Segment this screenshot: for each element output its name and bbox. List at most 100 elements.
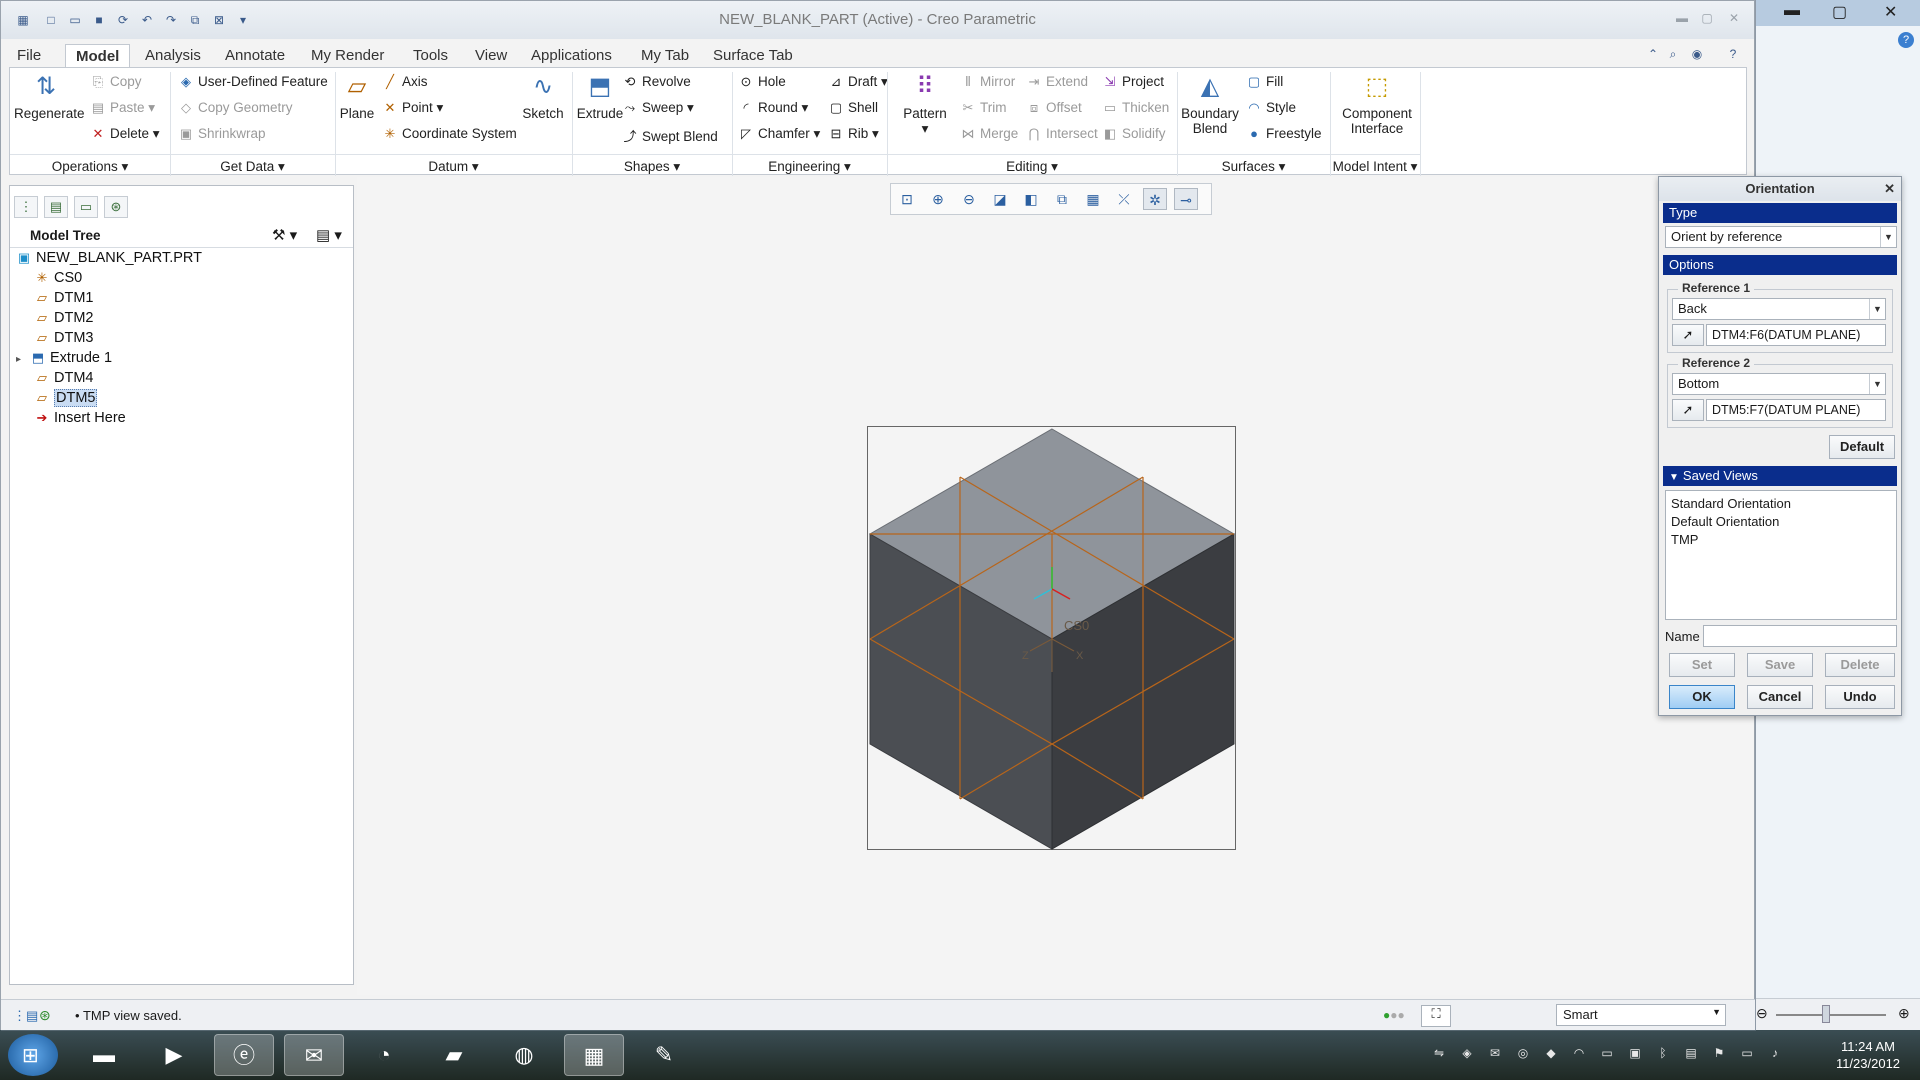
tab-my-tab[interactable]: My Tab [631,44,699,67]
select-reference-1-button[interactable]: ➚ [1672,324,1704,346]
media-player-taskbar-icon[interactable]: ▶ [144,1034,204,1076]
style-button[interactable]: ◠ Style [1246,100,1296,116]
find-icon[interactable]: ⛶ [1421,1005,1451,1027]
sweep-button[interactable]: ⤳ Sweep ▾ [622,100,694,116]
draft-button[interactable]: ⊿ Draft ▾ [828,74,888,90]
trim-button[interactable]: ✂ Trim [960,100,1007,116]
reference-1-field[interactable]: DTM4:F6(DATUM PLANE) [1706,324,1886,346]
community-icon[interactable]: ◉ [1689,46,1705,62]
type-select[interactable]: Orient by reference ▼ [1665,226,1897,248]
zoom-in-icon[interactable]: ⊕ [926,188,950,210]
group-operations[interactable]: Operations ▾ [10,154,170,176]
set-button[interactable]: Set [1669,653,1735,677]
group-model-intent[interactable]: Model Intent ▾ [1330,154,1420,176]
show-options-icon[interactable]: ▤ ▾ [316,226,342,244]
browser-toggle-icon[interactable]: ⊛ [39,1007,51,1024]
tree-item-dtm3[interactable]: ▱ DTM3 [34,330,93,348]
flag-tray-icon[interactable]: ⚑ [1710,1046,1728,1064]
save-button[interactable]: Save [1747,653,1813,677]
hole-button[interactable]: ⊙ Hole [738,74,786,90]
device-tray-icon[interactable]: ▤ [1682,1046,1700,1064]
collapse-ribbon-icon[interactable]: ⌃ [1645,46,1661,62]
minimize-button[interactable]: ▬ [1784,2,1800,20]
datum-display-icon[interactable]: ⤫ [1112,188,1136,210]
tab-applications[interactable]: Applications [521,44,622,67]
thicken-button[interactable]: ▭ Thicken [1102,100,1169,116]
group-surfaces[interactable]: Surfaces ▾ [1177,154,1330,176]
maximize-button[interactable]: ▢ [1696,11,1718,27]
app-tray-icon[interactable]: ◈ [1458,1046,1476,1064]
start-button[interactable]: ⊞ [8,1034,58,1076]
outlook-tray-icon[interactable]: ◎ [1514,1046,1532,1064]
shrinkwrap-button[interactable]: ▣ Shrinkwrap [178,126,266,142]
display-style-icon[interactable]: ◧ [1019,188,1043,210]
select-reference-2-button[interactable]: ➚ [1672,399,1704,421]
tab-file[interactable]: File [7,44,51,67]
mail-tray-icon[interactable]: ✉ [1486,1046,1504,1064]
regenerate-button[interactable]: ⇅ Regenerate [14,72,85,121]
wifi-tray-icon[interactable]: ◠ [1570,1046,1588,1064]
reference-1-direction-select[interactable]: Back ▼ [1672,298,1886,320]
fill-button[interactable]: ▢ Fill [1246,74,1283,90]
group-datum[interactable]: Datum ▾ [335,154,572,176]
model-tree-tab-icon[interactable]: ⋮ [14,196,38,218]
tree-item-dtm5[interactable]: ▱ DTM5 [34,389,98,408]
tree-settings-icon[interactable]: ⚒ ▾ [272,226,297,244]
extrude-button[interactable]: ⬒ Extrude [574,72,626,121]
folder-browser-icon[interactable]: ▭ [74,196,98,218]
axis-button[interactable]: ╱ Axis [382,74,427,90]
help-icon[interactable]: ? [1898,32,1914,48]
tab-tools[interactable]: Tools [403,44,458,67]
reference-2-direction-select[interactable]: Bottom ▼ [1672,373,1886,395]
cube-model[interactable]: CS0 Z X [868,427,1237,851]
zoom-out-icon[interactable]: ⊖ [957,188,981,210]
search-icon[interactable]: ⌕ [1665,46,1681,62]
creo-taskbar-icon[interactable]: ▦ [564,1034,624,1076]
tree-item-dtm4[interactable]: ▱ DTM4 [34,370,93,388]
revolve-button[interactable]: ⟲ Revolve [622,74,691,90]
network-tray-icon[interactable]: ⇋ [1430,1046,1448,1064]
refit-icon[interactable]: ⊡ [895,188,919,210]
delete-view-button[interactable]: Delete [1825,653,1895,677]
group-get-data[interactable]: Get Data ▾ [170,154,335,176]
plane-button[interactable]: ▱ Plane [332,72,382,121]
layers-tab-icon[interactable]: ▤ [44,196,68,218]
mirror-button[interactable]: ⫴ Mirror [960,74,1015,90]
tree-item-dtm2[interactable]: ▱ DTM2 [34,310,93,328]
merge-button[interactable]: ⋈ Merge [960,126,1019,142]
group-shapes[interactable]: Shapes ▾ [572,154,732,176]
name-input[interactable] [1703,625,1897,647]
project-button[interactable]: ⇲ Project [1102,74,1164,90]
group-editing[interactable]: Editing ▾ [887,154,1177,176]
tree-item-cs0[interactable]: ✳ CS0 [34,270,83,288]
tree-item-dtm1[interactable]: ▱ DTM1 [34,290,93,308]
spin-center-icon[interactable]: ✲ [1143,188,1167,210]
google-earth-taskbar-icon[interactable]: ◍ [494,1034,554,1076]
copy-button[interactable]: ⎘ Copy [90,74,142,90]
freestyle-button[interactable]: ● Freestyle [1246,126,1321,141]
offset-button[interactable]: ⧈ Offset [1026,100,1082,116]
saved-orientations-icon[interactable]: ⧉ [1050,188,1074,210]
close-icon[interactable]: ✕ [1884,177,1895,201]
bluetooth-tray-icon[interactable]: ᛒ [1654,1046,1672,1064]
tab-model[interactable]: Model [65,44,131,67]
saved-views-section-header[interactable]: ▼ Saved Views [1663,466,1897,486]
display-tray-icon[interactable]: ▣ [1626,1046,1644,1064]
minimize-button[interactable]: ▬ [1671,11,1693,27]
user-defined-feature-button[interactable]: ◈ User-Defined Feature [178,74,328,90]
battery-tray-icon[interactable]: ▭ [1598,1046,1616,1064]
zoom-in-icon[interactable]: ⊕ [1898,1005,1910,1022]
close-button[interactable]: ✕ [1884,2,1897,22]
point-button[interactable]: ✕ Point ▾ [382,100,444,116]
saved-view-item[interactable]: Default Orientation [1671,513,1891,531]
zoom-slider-thumb[interactable] [1822,1005,1830,1023]
tree-item-insert-here[interactable]: ➔ Insert Here [34,410,126,428]
coordinate-system-button[interactable]: ✳ Coordinate System [382,126,517,142]
tree-toggle-icon[interactable]: ⋮▤ [13,1008,38,1024]
tab-my-render[interactable]: My Render [301,44,394,67]
annotation-display-icon[interactable]: ⊸ [1174,188,1198,210]
repaint-icon[interactable]: ◪ [988,188,1012,210]
tab-annotate[interactable]: Annotate [215,44,295,67]
swept-blend-button[interactable]: ⤴ Swept Blend [622,126,717,145]
selection-filter-select[interactable]: Smart ▼ [1556,1004,1726,1026]
